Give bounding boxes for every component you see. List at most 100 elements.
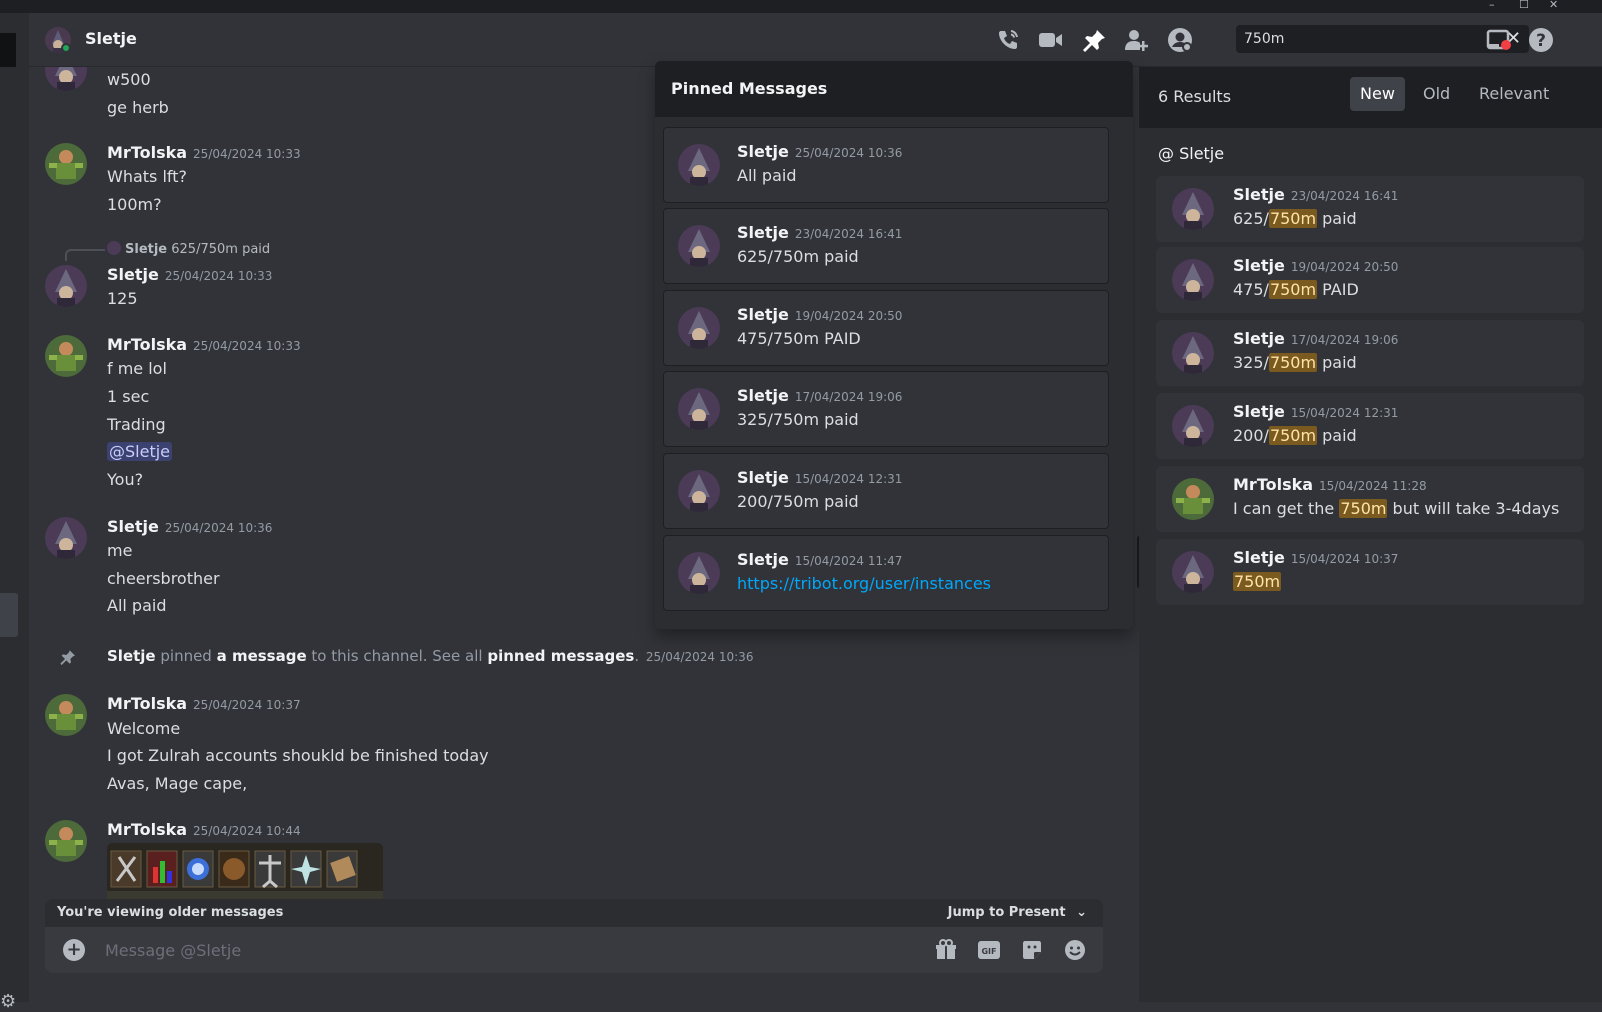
add-attachment-icon[interactable]: +: [63, 939, 85, 961]
avatar[interactable]: [45, 67, 87, 91]
minimize-icon[interactable]: –: [1489, 0, 1495, 11]
author-name[interactable]: Sletje: [737, 305, 789, 324]
author-name[interactable]: MrTolska: [107, 143, 187, 162]
pinned-messages-link[interactable]: pinned messages: [487, 647, 634, 665]
jump-to-present-button[interactable]: Jump to Present ⌄: [948, 905, 1087, 920]
user-profile-icon[interactable]: [1165, 25, 1195, 55]
dm-recipient-name[interactable]: Sletje: [85, 29, 137, 48]
maximize-icon[interactable]: ☐: [1519, 0, 1529, 11]
pinned-message[interactable]: Sletje 23/04/2024 16:41 625/750m paid: [663, 208, 1109, 284]
emoji-icon[interactable]: [1063, 938, 1087, 962]
avatar[interactable]: [1172, 332, 1214, 374]
search-result[interactable]: Sletje 17/04/2024 19:06 325/750m paid: [1156, 320, 1584, 386]
tab-new[interactable]: New: [1350, 77, 1405, 111]
pinned-message-link[interactable]: a message: [217, 647, 307, 665]
phone-call-icon[interactable]: [993, 25, 1023, 55]
message-author[interactable]: MrTolska 25/04/2024 10:33: [107, 335, 301, 354]
message-author[interactable]: Sletje 17/04/2024 19:06: [737, 386, 902, 405]
author-name[interactable]: MrTolska: [107, 820, 187, 839]
avatar[interactable]: [1172, 188, 1214, 230]
close-window-icon[interactable]: ✕: [1549, 0, 1558, 11]
jump-label[interactable]: Jump to Present: [948, 905, 1066, 920]
search-result[interactable]: Sletje 23/04/2024 16:41 625/750m paid: [1156, 176, 1584, 242]
search-result[interactable]: MrTolska 15/04/2024 11:28 I can get the 7…: [1156, 466, 1584, 532]
message-author[interactable]: Sletje 15/04/2024 10:37: [1233, 548, 1398, 567]
author-name[interactable]: MrTolska: [107, 335, 187, 354]
author-name[interactable]: Sletje: [1233, 402, 1285, 421]
avatar[interactable]: [45, 694, 87, 736]
image-attachment[interactable]: [107, 843, 383, 903]
author-name[interactable]: Sletje: [737, 223, 789, 242]
author-name[interactable]: Sletje: [107, 265, 159, 284]
avatar[interactable]: [1172, 551, 1214, 593]
message-author[interactable]: Sletje 25/04/2024 10:36: [737, 142, 902, 161]
message-author[interactable]: Sletje 23/04/2024 16:41: [1233, 185, 1398, 204]
search-input[interactable]: [1244, 30, 1484, 48]
tab-relevant[interactable]: Relevant: [1469, 77, 1559, 111]
message-author[interactable]: Sletje 15/04/2024 12:31: [737, 468, 902, 487]
author-name[interactable]: Sletje: [1233, 256, 1285, 275]
avatar[interactable]: [678, 307, 720, 349]
avatar[interactable]: [678, 552, 720, 594]
message-author[interactable]: Sletje 19/04/2024 20:50: [737, 305, 902, 324]
avatar[interactable]: [1172, 405, 1214, 447]
help-icon[interactable]: ?: [1526, 25, 1556, 55]
author-name[interactable]: Sletje: [737, 386, 789, 405]
avatar[interactable]: [1172, 478, 1214, 520]
add-friend-icon[interactable]: [1121, 25, 1151, 55]
avatar[interactable]: [45, 143, 87, 185]
gif-icon[interactable]: GIF: [977, 938, 1001, 962]
author-name[interactable]: MrTolska: [107, 694, 187, 713]
message-input[interactable]: [105, 940, 905, 960]
author-name[interactable]: Sletje: [1233, 185, 1285, 204]
author-name[interactable]: Sletje: [737, 550, 789, 569]
sticker-icon[interactable]: [1020, 938, 1044, 962]
author-name[interactable]: Sletje: [737, 142, 789, 161]
gift-icon[interactable]: [934, 938, 958, 962]
message-author[interactable]: MrTolska 25/04/2024 10:33: [107, 143, 301, 162]
pin-icon[interactable]: [1078, 25, 1108, 55]
search-result[interactable]: Sletje 19/04/2024 20:50 475/750m PAID: [1156, 247, 1584, 313]
search-result[interactable]: Sletje 15/04/2024 12:31 200/750m paid: [1156, 393, 1584, 459]
reply-preview[interactable]: Sletje 625/750m paid: [107, 241, 270, 257]
avatar[interactable]: [678, 470, 720, 512]
pinned-link[interactable]: https://tribot.org/user/instances: [737, 574, 991, 593]
author-name[interactable]: Sletje: [1233, 548, 1285, 567]
message-author[interactable]: Sletje 15/04/2024 11:47: [737, 550, 902, 569]
message-author[interactable]: MrTolska 15/04/2024 11:28: [1233, 475, 1427, 494]
inbox-icon[interactable]: [1483, 25, 1513, 55]
message-author[interactable]: Sletje 17/04/2024 19:06: [1233, 329, 1398, 348]
author-name[interactable]: Sletje: [107, 517, 159, 536]
message-author[interactable]: Sletje 15/04/2024 12:31: [1233, 402, 1398, 421]
pinned-message[interactable]: Sletje 15/04/2024 11:47 https://tribot.or…: [663, 535, 1109, 611]
message-author[interactable]: Sletje 23/04/2024 16:41: [737, 223, 902, 242]
author-name[interactable]: Sletje: [1233, 329, 1285, 348]
user-mention[interactable]: @Sletje: [107, 442, 173, 461]
avatar[interactable]: [1172, 259, 1214, 301]
pinned-message[interactable]: Sletje 25/04/2024 10:36 All paid: [663, 127, 1109, 203]
message-author[interactable]: Sletje 25/04/2024 10:36: [107, 517, 272, 536]
pinned-message[interactable]: Sletje 17/04/2024 19:06 325/750m paid: [663, 371, 1109, 447]
message-author[interactable]: MrTolska 25/04/2024 10:44: [107, 820, 301, 839]
pinned-message[interactable]: Sletje 19/04/2024 20:50 475/750m PAID: [663, 290, 1109, 366]
sidebar-scrollbar[interactable]: [0, 593, 18, 637]
message-author[interactable]: Sletje 25/04/2024 10:33: [107, 265, 272, 284]
search-result[interactable]: Sletje 15/04/2024 10:37 750m: [1156, 539, 1584, 605]
message-author[interactable]: MrTolska 25/04/2024 10:37: [107, 694, 301, 713]
system-user[interactable]: Sletje: [107, 647, 156, 665]
author-name[interactable]: Sletje: [737, 468, 789, 487]
result-text: I can get the 750m but will take 3-4days: [1233, 499, 1559, 518]
message-author[interactable]: Sletje 19/04/2024 20:50: [1233, 256, 1398, 275]
avatar[interactable]: [45, 335, 87, 377]
avatar[interactable]: [678, 144, 720, 186]
pinned-message[interactable]: Sletje 15/04/2024 12:31 200/750m paid: [663, 453, 1109, 529]
avatar[interactable]: [45, 265, 87, 307]
avatar[interactable]: [45, 517, 87, 559]
results-channel-label[interactable]: @ Sletje: [1158, 144, 1224, 163]
author-name[interactable]: MrTolska: [1233, 475, 1313, 494]
avatar[interactable]: [45, 820, 87, 862]
video-camera-icon[interactable]: [1035, 25, 1065, 55]
avatar[interactable]: [678, 388, 720, 430]
avatar[interactable]: [678, 225, 720, 267]
tab-old[interactable]: Old: [1413, 77, 1460, 111]
